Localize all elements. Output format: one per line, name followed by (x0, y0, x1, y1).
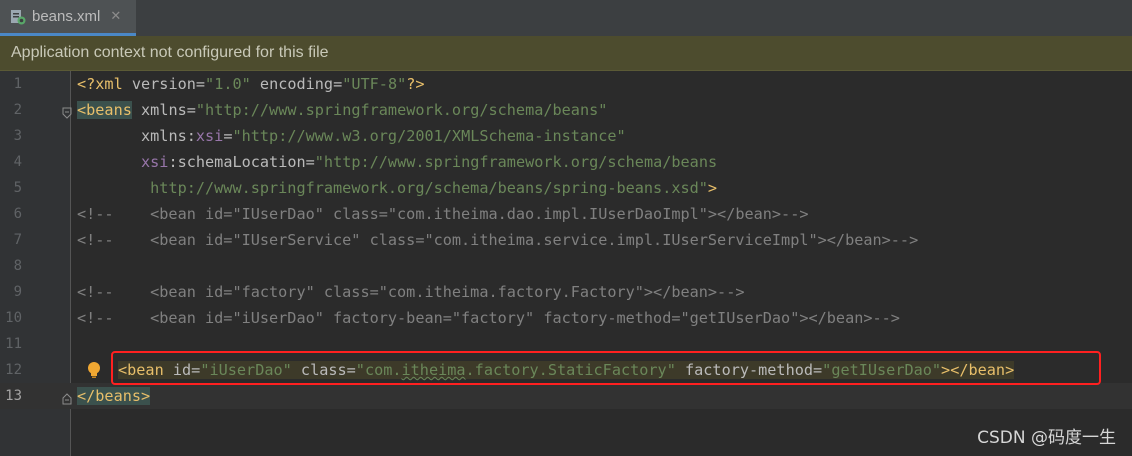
close-icon[interactable]: ✕ (110, 9, 121, 24)
fold-icon[interactable] (62, 104, 72, 119)
code-text: http://www.springframework.org/schema/be… (77, 175, 717, 201)
tab-beans-xml[interactable]: beans.xml ✕ (0, 0, 136, 36)
comment: <!-- <bean id="iUserDao" factory-bean="f… (77, 309, 900, 327)
watermark: CSDN @码度一生 (977, 428, 1116, 448)
tag-close: > (707, 179, 718, 197)
attr-value: "http://www.springframework.org/schema/b… (195, 101, 608, 119)
equals: = (305, 153, 315, 171)
attr-value: "1.0" (205, 75, 251, 93)
namespace: xsi (141, 153, 169, 171)
code-line: 6 <!-- <bean id="IUserDao" class="com.it… (0, 201, 1132, 227)
line-number: 13 (5, 388, 22, 404)
line-number: 6 (13, 206, 22, 222)
attr-value: "http://www.springframework.org/schema/b… (314, 153, 718, 171)
attr-name: encoding (259, 75, 334, 93)
attr-name: xmlns (141, 127, 187, 145)
code-line: 2 <beans xmlns="http://www.springframewo… (0, 97, 1132, 123)
line-number: 1 (13, 76, 22, 92)
attr-name: xmlns (141, 101, 187, 119)
code-line: 9 <!-- <bean id="factory" class="com.ith… (0, 279, 1132, 305)
colon: : (168, 153, 178, 171)
xml-close-tag: </beans> (77, 387, 151, 405)
code-text: xsi:schemaLocation="http://www.springfra… (77, 149, 717, 175)
lightbulb-icon[interactable] (86, 361, 102, 379)
line-number: 10 (5, 310, 22, 326)
line-number: 7 (13, 232, 22, 248)
attr-value: "UTF-8" (342, 75, 407, 93)
notification-banner: Application context not configured for t… (0, 36, 1132, 71)
line-number: 5 (13, 180, 22, 196)
equals: = (186, 101, 196, 119)
comment: <!-- <bean id="factory" class="com.ithei… (77, 283, 745, 301)
xml-decl-close: ?> (406, 75, 425, 93)
code-text: <?xml version="1.0" encoding="UTF-8"?> (77, 71, 425, 97)
fold-icon[interactable] (62, 390, 72, 405)
line-number: 11 (5, 336, 22, 352)
code-line: 4 xsi:schemaLocation="http://www.springf… (0, 149, 1132, 175)
xml-file-icon (10, 9, 26, 25)
equals: = (195, 75, 206, 93)
highlight-box (111, 351, 1101, 385)
code-line: 10 <!-- <bean id="iUserDao" factory-bean… (0, 305, 1132, 331)
attr-value: "http://www.w3.org/2001/XMLSchema-instan… (232, 127, 626, 145)
comment: <!-- <bean id="IUserService" class="com.… (77, 231, 919, 249)
code-line: 7 <!-- <bean id="IUserService" class="co… (0, 227, 1132, 253)
line-number: 4 (13, 154, 22, 170)
line-number: 9 (13, 284, 22, 300)
line-number: 8 (13, 258, 22, 274)
line-number: 2 (13, 102, 22, 118)
code-line: 3 xmlns:xsi="http://www.w3.org/2001/XMLS… (0, 123, 1132, 149)
line-number: 12 (5, 362, 22, 378)
xml-decl-open: <?xml (77, 75, 132, 93)
code-line-current: 13 </beans> (0, 383, 1132, 409)
namespace: xsi (195, 127, 224, 145)
code-line: 5 http://www.springframework.org/schema/… (0, 175, 1132, 201)
tab-label: beans.xml (32, 8, 101, 25)
comment: <!-- <bean id="IUserDao" class="com.ithe… (77, 205, 809, 223)
code-line: 8 (0, 253, 1132, 279)
code-text: </beans> (77, 383, 151, 409)
colon: : (186, 127, 196, 145)
line-number: 3 (13, 128, 22, 144)
code-text: <beans xmlns="http://www.springframework… (77, 97, 607, 123)
attr-value: http://www.springframework.org/schema/be… (150, 179, 708, 197)
code-text: xmlns:xsi="http://www.w3.org/2001/XMLSch… (77, 123, 626, 149)
xml-tag: <beans (77, 101, 132, 119)
banner-text: Application context not configured for t… (11, 44, 329, 61)
code-line: 1 <?xml version="1.0" encoding="UTF-8"?> (0, 71, 1132, 97)
attr-name: version (131, 75, 196, 93)
attr-name: schemaLocation (177, 153, 306, 171)
code-editor[interactable]: 1 <?xml version="1.0" encoding="UTF-8"?>… (0, 71, 1132, 456)
editor-tab-bar: beans.xml ✕ (0, 0, 1132, 37)
equals: = (333, 75, 343, 93)
